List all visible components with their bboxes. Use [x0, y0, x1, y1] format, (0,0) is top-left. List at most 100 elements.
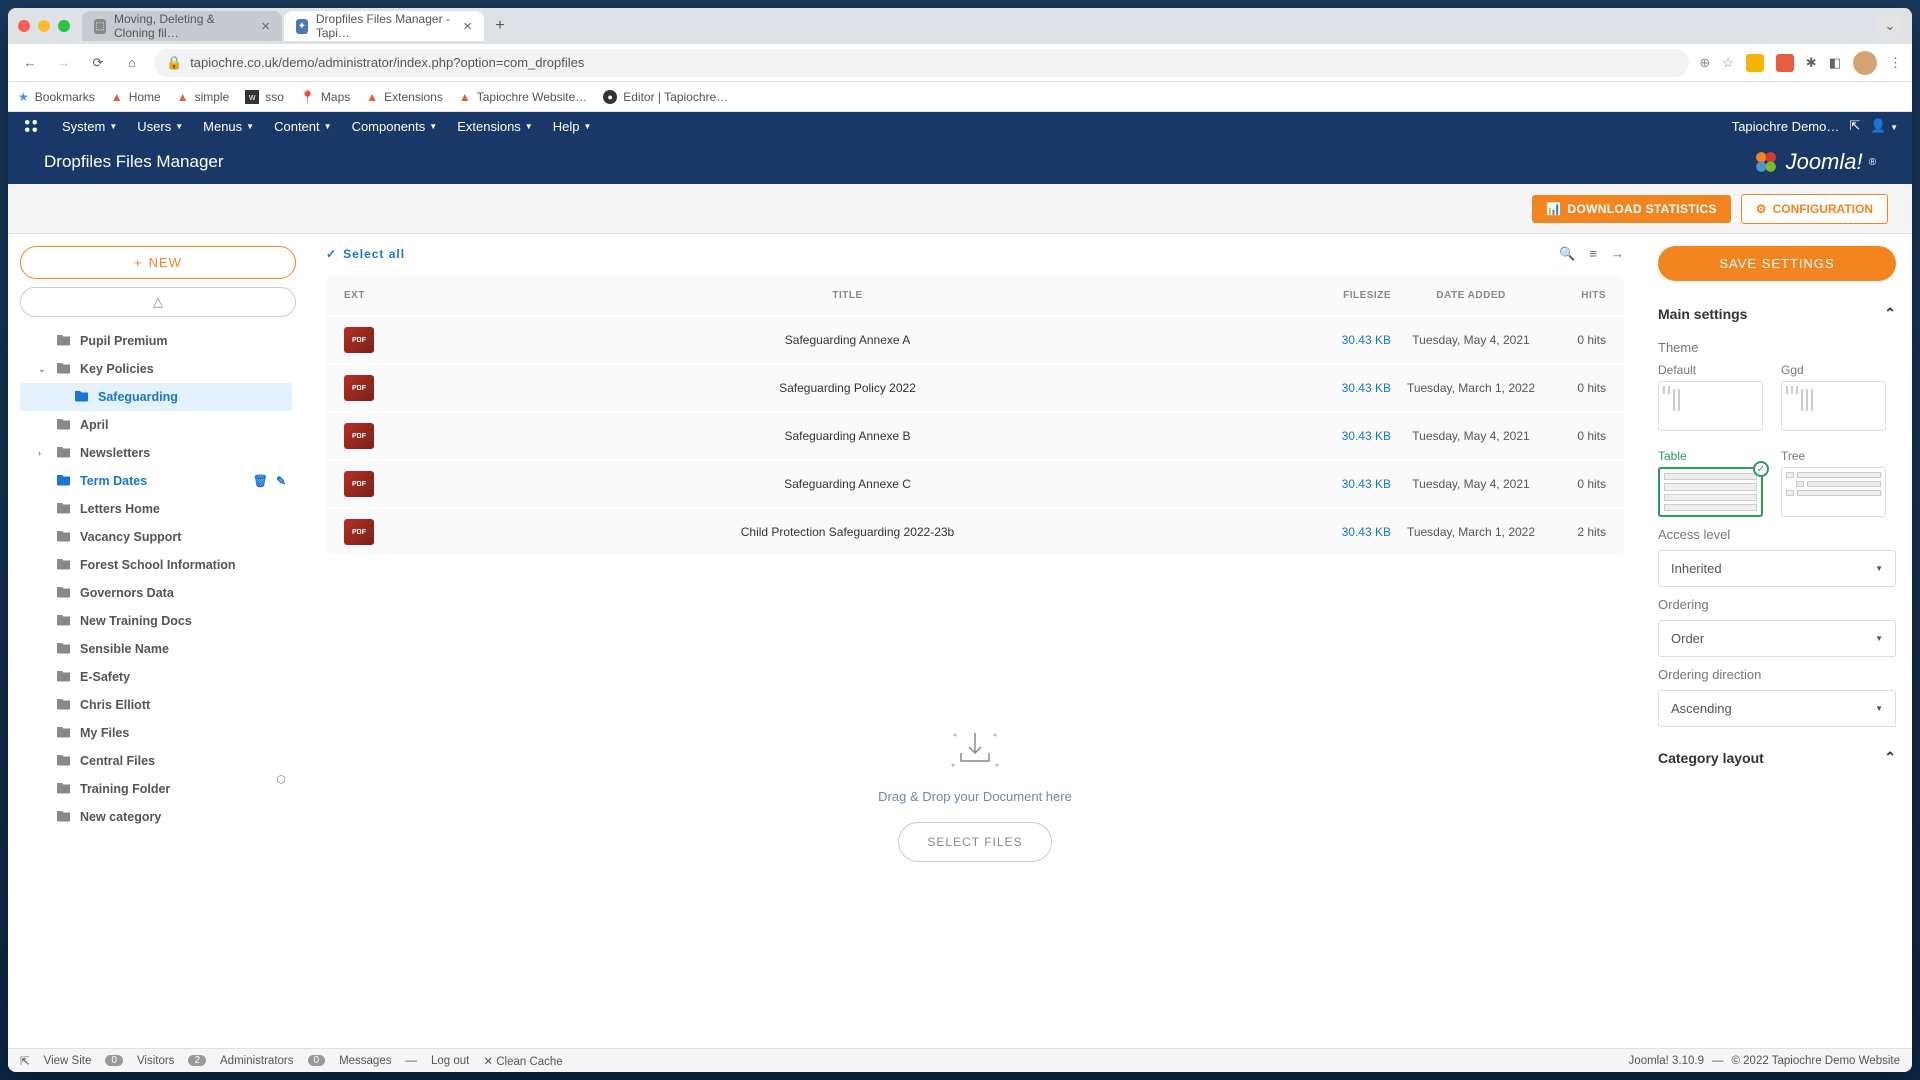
extensions-icon[interactable]: ✱: [1806, 55, 1817, 71]
dropzone[interactable]: Drag & Drop your Document here SELECT FI…: [326, 555, 1624, 1036]
panel-icon[interactable]: ◧: [1829, 55, 1841, 71]
edit-icon[interactable]: ✎: [276, 474, 286, 488]
header-date[interactable]: DATE ADDED: [1391, 290, 1551, 301]
arrow-right-icon[interactable]: →: [1611, 246, 1624, 262]
file-row[interactable]: PDFSafeguarding Policy 202230.43 KBTuesd…: [326, 363, 1624, 411]
ordering-select[interactable]: Order ▼: [1658, 620, 1896, 657]
close-icon[interactable]: ×: [261, 18, 270, 35]
folder-item[interactable]: Vacancy Support: [20, 523, 292, 551]
bookmark-item[interactable]: ●Editor | Tapiochre…: [603, 90, 728, 104]
folder-item[interactable]: Central Files: [20, 747, 292, 775]
bookmark-item[interactable]: ★Bookmarks: [18, 90, 95, 104]
clean-cache-link[interactable]: ✕ Clean Cache: [483, 1054, 562, 1068]
bookmark-item[interactable]: ▲Home: [111, 90, 161, 104]
filter-icon[interactable]: ≡: [1589, 246, 1597, 262]
install-icon[interactable]: ⊕: [1699, 55, 1710, 71]
folder-item[interactable]: Safeguarding: [20, 383, 292, 411]
save-settings-button[interactable]: SAVE SETTINGS: [1658, 246, 1896, 281]
menu-extensions[interactable]: Extensions ▼: [449, 115, 541, 138]
folder-item[interactable]: My Files: [20, 719, 292, 747]
bookmark-icon[interactable]: ☆: [1722, 55, 1734, 71]
bookmark-item[interactable]: wsso: [245, 90, 284, 104]
folder-item[interactable]: New category: [20, 803, 292, 831]
url-input[interactable]: 🔒 tapiochre.co.uk/demo/administrator/ind…: [154, 49, 1689, 77]
folder-item[interactable]: New Training Docs: [20, 607, 292, 635]
window-min-icon[interactable]: [38, 20, 50, 32]
new-tab-button[interactable]: +: [486, 12, 514, 40]
sync-button[interactable]: △: [20, 287, 296, 317]
bookmark-item[interactable]: 📍Maps: [300, 90, 350, 104]
folder-item[interactable]: Training Folder: [20, 775, 292, 803]
category-layout-header[interactable]: Category layout ⌃: [1658, 741, 1896, 774]
browser-tab-1[interactable]: ✦ Dropfiles Files Manager - Tapi… ×: [284, 11, 484, 41]
search-icon[interactable]: 🔍: [1559, 246, 1575, 262]
folder-item[interactable]: Governors Data: [20, 579, 292, 607]
new-button[interactable]: + NEW: [20, 246, 296, 279]
forward-button[interactable]: →: [52, 51, 76, 75]
reload-button[interactable]: ⟳: [86, 51, 110, 75]
user-icon[interactable]: 👤 ▼: [1870, 118, 1898, 134]
file-row[interactable]: PDFSafeguarding Annexe C30.43 KBTuesday,…: [326, 459, 1624, 507]
theme-option-ggd[interactable]: Ggd: [1781, 363, 1886, 431]
folder-item[interactable]: ›Newsletters: [20, 439, 292, 467]
folder-item[interactable]: Chris Elliott: [20, 691, 292, 719]
folder-item[interactable]: April: [20, 411, 292, 439]
visitors-label[interactable]: Visitors: [137, 1055, 175, 1067]
folder-item[interactable]: Pupil Premium: [20, 327, 292, 355]
folder-item[interactable]: Forest School Information: [20, 551, 292, 579]
folder-item[interactable]: Term Dates🗑✎: [20, 467, 292, 495]
external-link-icon[interactable]: ⇱: [1849, 118, 1860, 134]
header-size[interactable]: FILESIZE: [1291, 290, 1391, 301]
header-title[interactable]: TITLE: [404, 290, 1291, 301]
file-row[interactable]: PDFSafeguarding Annexe A30.43 KBTuesday,…: [326, 315, 1624, 363]
messages-label[interactable]: Messages: [339, 1055, 391, 1067]
header-hits[interactable]: HITS: [1551, 290, 1606, 301]
access-level-select[interactable]: Inherited ▼: [1658, 550, 1896, 587]
chevron-down-icon[interactable]: ⌄: [1878, 14, 1902, 38]
lock-icon: 🔒: [166, 55, 182, 71]
close-icon[interactable]: ×: [463, 18, 472, 35]
browser-tab-0[interactable]: ⬚ Moving, Deleting & Cloning fil… ×: [82, 11, 282, 41]
ordering-dir-select[interactable]: Ascending ▼: [1658, 690, 1896, 727]
window-close-icon[interactable]: [18, 20, 30, 32]
extension-icon[interactable]: [1746, 54, 1764, 72]
admins-label[interactable]: Administrators: [220, 1055, 294, 1067]
folder-item[interactable]: Sensible Name: [20, 635, 292, 663]
header-ext[interactable]: EXT: [344, 290, 404, 301]
menu-menus[interactable]: Menus ▼: [195, 115, 262, 138]
menu-system[interactable]: System ▼: [54, 115, 125, 138]
menu-help[interactable]: Help ▼: [545, 115, 600, 138]
extension-icon[interactable]: [1776, 54, 1794, 72]
view-site-link[interactable]: View Site: [44, 1055, 92, 1067]
theme-option-tree[interactable]: Tree: [1781, 449, 1886, 517]
download-stats-button[interactable]: 📊 DOWNLOAD STATISTICS: [1532, 195, 1731, 223]
back-button[interactable]: ←: [18, 51, 42, 75]
bookmark-item[interactable]: ▲simple: [177, 90, 230, 104]
menu-users[interactable]: Users ▼: [129, 115, 191, 138]
menu-components[interactable]: Components ▼: [344, 115, 446, 138]
caret-down-icon: ▼: [1875, 564, 1883, 573]
folder-item[interactable]: ⌄Key Policies: [20, 355, 292, 383]
folder-item[interactable]: E-Safety: [20, 663, 292, 691]
folder-item[interactable]: Letters Home: [20, 495, 292, 523]
theme-option-default[interactable]: Default: [1658, 363, 1763, 431]
theme-option-table[interactable]: Table✓: [1658, 449, 1763, 517]
table-header: EXT TITLE FILESIZE DATE ADDED HITS: [326, 276, 1624, 315]
bookmark-item[interactable]: ▲Tapiochre Website…: [459, 90, 587, 104]
file-row[interactable]: PDFSafeguarding Annexe B30.43 KBTuesday,…: [326, 411, 1624, 459]
select-files-button[interactable]: SELECT FILES: [898, 822, 1051, 862]
configuration-button[interactable]: ⚙ CONFIGURATION: [1741, 194, 1888, 224]
menu-content[interactable]: Content ▼: [266, 115, 339, 138]
bookmark-item[interactable]: ▲Extensions: [366, 90, 443, 104]
more-icon[interactable]: ⋮: [1889, 55, 1902, 71]
window-max-icon[interactable]: [58, 20, 70, 32]
trash-icon[interactable]: 🗑: [253, 474, 268, 488]
select-all-button[interactable]: ✓ Select all: [326, 247, 405, 261]
main-settings-header[interactable]: Main settings ⌃: [1658, 297, 1896, 330]
profile-avatar[interactable]: [1853, 51, 1877, 75]
home-button[interactable]: ⌂: [120, 51, 144, 75]
logout-link[interactable]: Log out: [431, 1055, 469, 1067]
file-row[interactable]: PDFChild Protection Safeguarding 2022-23…: [326, 507, 1624, 555]
joomla-icon[interactable]: [22, 117, 40, 135]
site-name-link[interactable]: Tapiochre Demo…: [1732, 119, 1840, 134]
